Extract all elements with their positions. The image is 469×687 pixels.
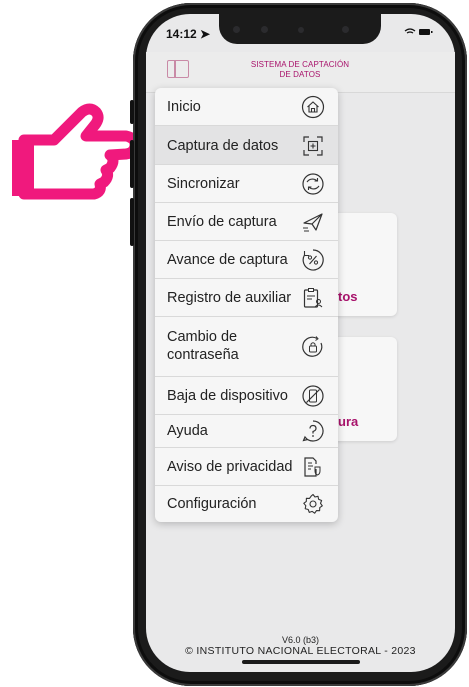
wifi-battery-icon xyxy=(404,28,433,35)
capture-icon xyxy=(301,134,325,158)
menu-item-label: Envío de captura xyxy=(167,214,277,230)
app-title: SISTEMA DE CAPTACIÓN DE DATOS xyxy=(250,60,350,79)
card-label: ura xyxy=(338,414,359,429)
status-time: 14:12 ➤ xyxy=(166,27,211,41)
camera-dot xyxy=(261,26,268,33)
menu-item-label: Inicio xyxy=(167,99,201,115)
help-icon xyxy=(301,419,325,443)
volume-down-button xyxy=(130,198,134,246)
location-arrow-icon: ➤ xyxy=(200,27,211,41)
menu-item-ayuda[interactable]: Ayuda xyxy=(155,415,338,448)
menu-item-captura-de-datos[interactable]: Captura de datos xyxy=(155,126,338,165)
menu-item-baja-de-dispositivo[interactable]: Baja de dispositivo xyxy=(155,377,338,415)
password-icon xyxy=(301,335,325,359)
camera-dot xyxy=(233,26,240,33)
menu-item-label: Baja de dispositivo xyxy=(167,388,288,404)
copyright-text: © INSTITUTO NACIONAL ELECTORAL - 2023 xyxy=(185,645,416,657)
register-icon xyxy=(301,286,325,310)
home-icon xyxy=(301,95,325,119)
progress-icon xyxy=(301,248,325,272)
privacy-icon xyxy=(301,455,325,479)
menu-item-label: Avance de captura xyxy=(167,252,288,268)
side-button xyxy=(130,100,134,124)
menu-item-aviso-de-privacidad[interactable]: Aviso de privacidad xyxy=(155,448,338,486)
menu-item-label: Ayuda xyxy=(167,423,208,439)
menu-item-avance-de-captura[interactable]: Avance de captura xyxy=(155,241,338,279)
menu-item-configuracion[interactable]: Configuración xyxy=(155,486,338,522)
app-version: V6.0 (b3) xyxy=(281,635,320,645)
device-off-icon xyxy=(301,384,325,408)
volume-up-button xyxy=(130,140,134,188)
menu-item-label: Cambio de contraseña xyxy=(167,329,239,363)
menu-item-sincronizar[interactable]: Sincronizar xyxy=(155,165,338,203)
menu-item-inicio[interactable]: Inicio xyxy=(155,88,338,126)
camera-dot xyxy=(342,26,349,33)
pointing-hand-icon xyxy=(12,103,140,200)
menu-item-label: Configuración xyxy=(167,496,257,512)
sidebar-toggle-icon[interactable] xyxy=(167,60,189,78)
sync-icon xyxy=(301,172,325,196)
menu-item-label: Registro de auxiliar xyxy=(167,290,292,306)
sensor-dot xyxy=(298,27,304,33)
menu-item-label: Aviso de privacidad xyxy=(167,459,293,475)
menu-item-label: Sincronizar xyxy=(167,176,240,192)
menu-item-registro-de-auxiliar[interactable]: Registro de auxiliar xyxy=(155,279,338,317)
settings-icon xyxy=(301,492,325,516)
send-icon xyxy=(301,210,325,234)
menu-item-envio-de-captura[interactable]: Envío de captura xyxy=(155,203,338,241)
menu-item-label: Captura de datos xyxy=(167,138,279,154)
menu-item-cambio-de-contrasena[interactable]: Cambio de contraseña xyxy=(155,317,338,377)
status-indicators xyxy=(404,27,434,40)
home-indicator[interactable] xyxy=(242,660,360,664)
card-label: tos xyxy=(338,289,358,304)
